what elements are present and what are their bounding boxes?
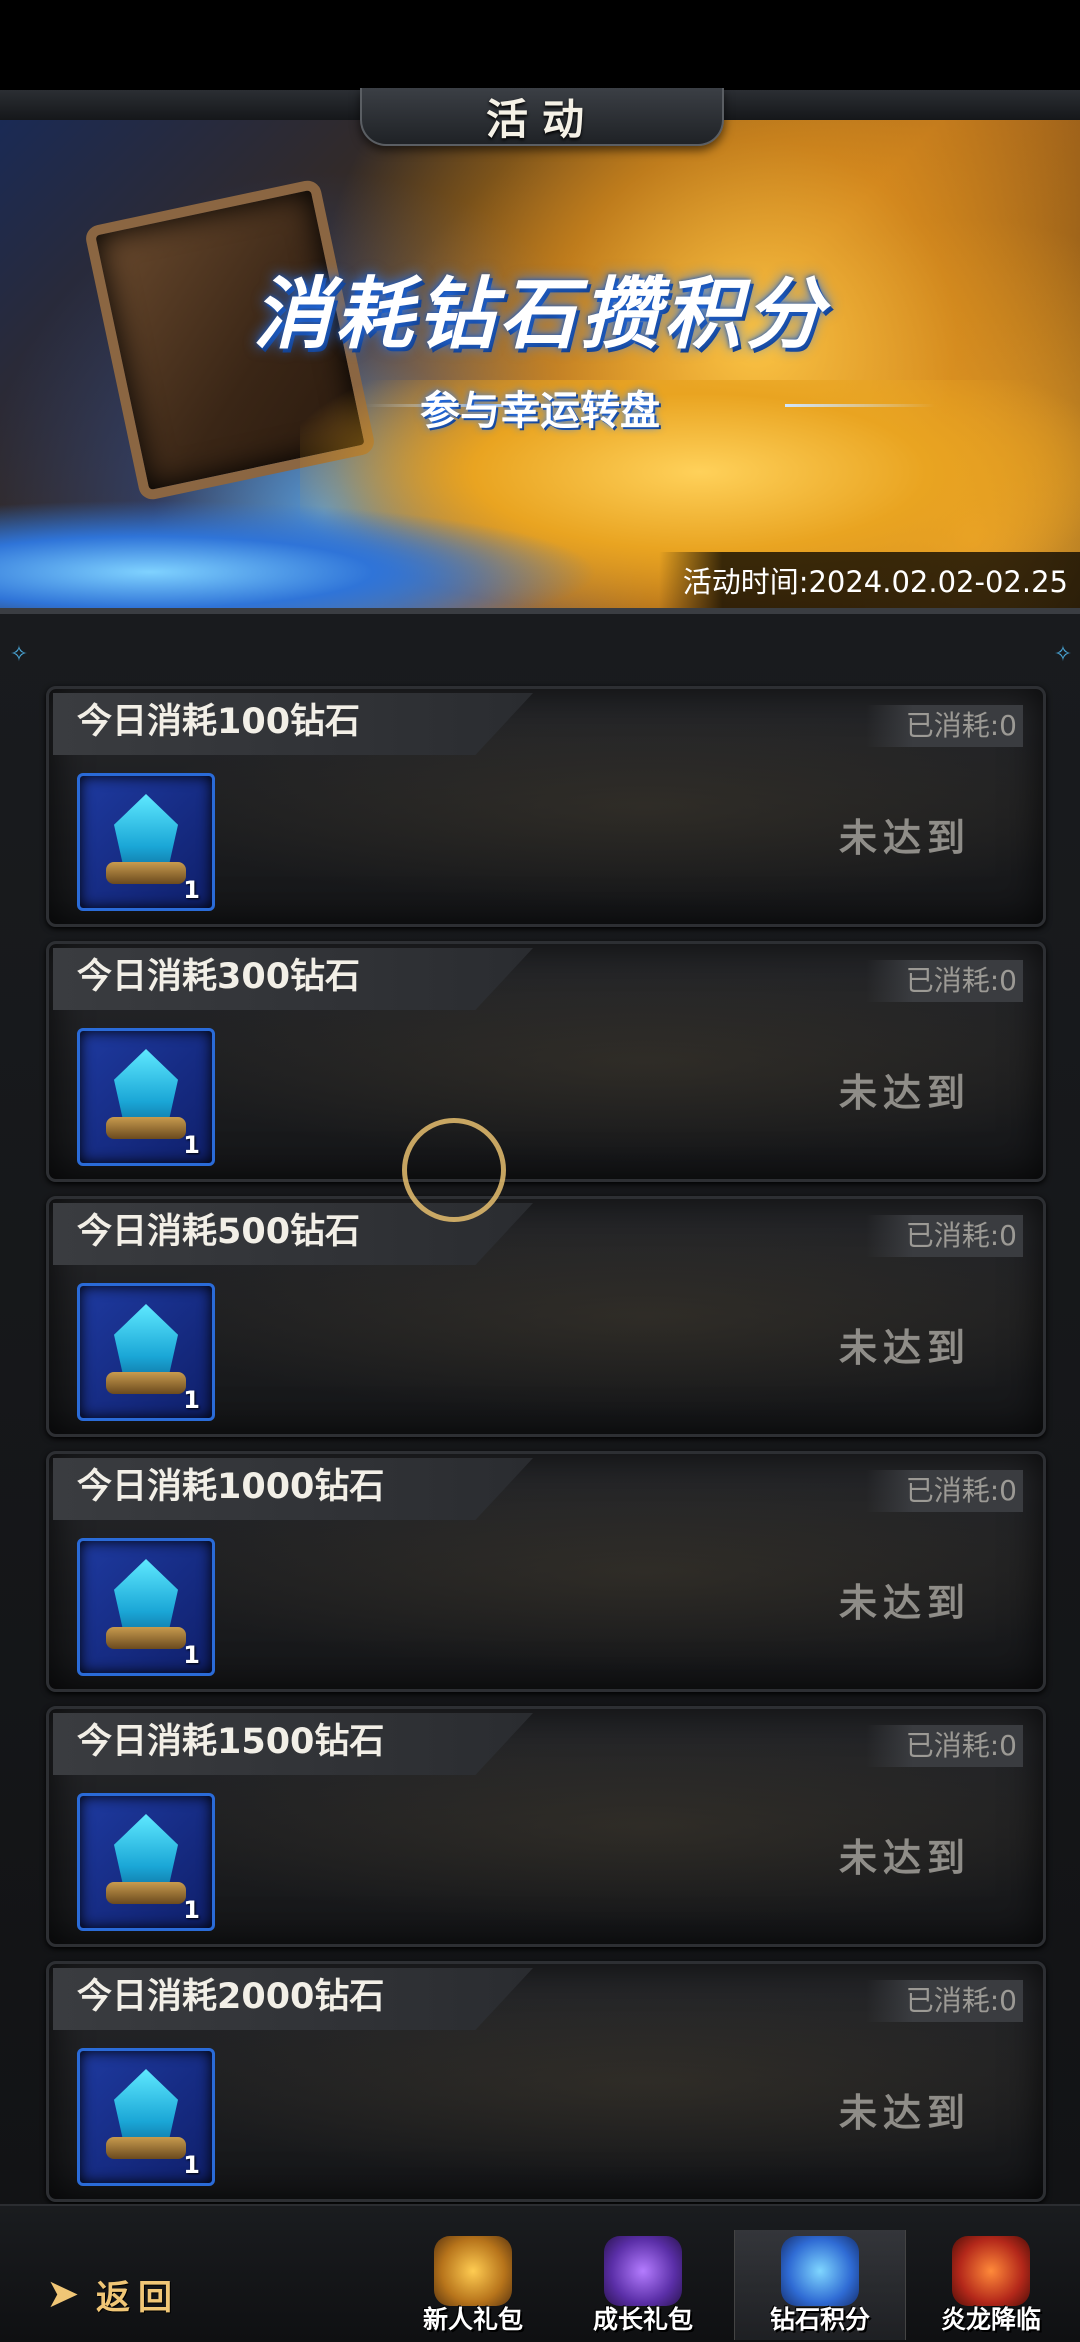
item-count: 1 (183, 2151, 200, 2179)
emblem-base (106, 1882, 186, 1904)
reward-item[interactable]: 1 (77, 2048, 215, 2186)
claim-status[interactable]: 未达到 (839, 1062, 971, 1117)
tab-growth-pack[interactable]: 成长礼包 (558, 2230, 728, 2340)
reward-title: 今日消耗500钻石 (77, 1212, 361, 1252)
reward-card: 今日消耗1500钻石 已消耗:0 1 未达到 (46, 1706, 1046, 1947)
claim-status[interactable]: 未达到 (839, 1572, 971, 1627)
emblem-base (106, 1117, 186, 1139)
tab-diamond-points[interactable]: 钻石积分 (734, 2230, 906, 2340)
item-count: 1 (183, 1386, 200, 1414)
page-title: 活动 (485, 94, 598, 144)
claim-status[interactable]: 未达到 (839, 807, 971, 862)
emblem-base (106, 862, 186, 884)
tab-label: 钻石积分 (769, 2305, 870, 2334)
reward-item[interactable]: 1 (77, 773, 215, 911)
tab-label: 成长礼包 (592, 2305, 693, 2334)
consumed-progress: 已消耗:0 (865, 1725, 1023, 1767)
reward-title: 今日消耗1000钻石 (77, 1467, 385, 1507)
reward-item[interactable]: 1 (77, 1538, 215, 1676)
reward-card: 今日消耗500钻石 已消耗:0 1 未达到 (46, 1196, 1046, 1437)
back-label: 返回 (96, 2277, 180, 2318)
item-count: 1 (183, 1641, 200, 1669)
reward-card: 今日消耗100钻石 已消耗:0 1 未达到 (46, 686, 1046, 927)
fire-dragon-icon (952, 2236, 1030, 2306)
tab-label: 炎龙降临 (940, 2305, 1041, 2334)
reward-item[interactable]: 1 (77, 1028, 215, 1166)
diamond-knight-icon (781, 2236, 859, 2306)
emblem-base (106, 1372, 186, 1394)
claim-status[interactable]: 未达到 (839, 1827, 971, 1882)
banner-subtitle: 参与幸运转盘 (420, 388, 660, 434)
emblem-base (106, 1627, 186, 1649)
tab-newbie-pack[interactable]: 新人礼包 (388, 2230, 558, 2340)
back-arrow-icon: ➤ (46, 2271, 80, 2317)
mage-hero-icon (604, 2236, 682, 2306)
claim-status[interactable]: 未达到 (839, 1317, 971, 1372)
consumed-progress: 已消耗:0 (865, 1215, 1023, 1257)
reward-card: 今日消耗300钻石 已消耗:0 1 未达到 (46, 941, 1046, 1182)
consumed-progress: 已消耗:0 (865, 960, 1023, 1002)
reward-title: 今日消耗300钻石 (77, 957, 361, 997)
claim-status[interactable]: 未达到 (839, 2082, 971, 2137)
page-title-tab: 活动 (360, 88, 724, 146)
item-count: 1 (183, 876, 200, 904)
touch-indicator (402, 1118, 506, 1222)
back-button[interactable]: ➤ 返回 (46, 2262, 180, 2326)
item-count: 1 (183, 1896, 200, 1924)
reward-title: 今日消耗1500钻石 (77, 1722, 385, 1762)
event-time-text: 活动时间:2024.02.02-02.25 (682, 565, 1068, 599)
frame-ornament-icon: ✧ (9, 642, 29, 667)
emblem-base (106, 2137, 186, 2159)
reward-item[interactable]: 1 (77, 1283, 215, 1421)
item-count: 1 (183, 1131, 200, 1159)
banner-title: 消耗钻石攒积分 (252, 270, 827, 360)
gems-art (0, 500, 600, 610)
status-bar (0, 0, 1080, 90)
consumed-progress: 已消耗:0 (865, 1470, 1023, 1512)
reward-card: 今日消耗2000钻石 已消耗:0 1 未达到 (46, 1961, 1046, 2202)
consumed-progress: 已消耗:0 (865, 705, 1023, 747)
reward-card: 今日消耗1000钻石 已消耗:0 1 未达到 (46, 1451, 1046, 1692)
tab-label: 新人礼包 (422, 2305, 523, 2334)
event-banner: 消耗钻石攒积分 参与幸运转盘 活动时间:2024.02.02-02.25 (0, 120, 1080, 610)
treasure-chest-icon (434, 2236, 512, 2306)
reward-item[interactable]: 1 (77, 1793, 215, 1931)
frame-ornament-icon: ✧ (1053, 642, 1073, 667)
event-time: 活动时间:2024.02.02-02.25 (658, 552, 1080, 608)
tab-fire-dragon[interactable]: 炎龙降临 (906, 2230, 1076, 2340)
reward-title: 今日消耗2000钻石 (77, 1977, 385, 2017)
consumed-progress: 已消耗:0 (865, 1980, 1023, 2022)
reward-title: 今日消耗100钻石 (77, 702, 361, 742)
